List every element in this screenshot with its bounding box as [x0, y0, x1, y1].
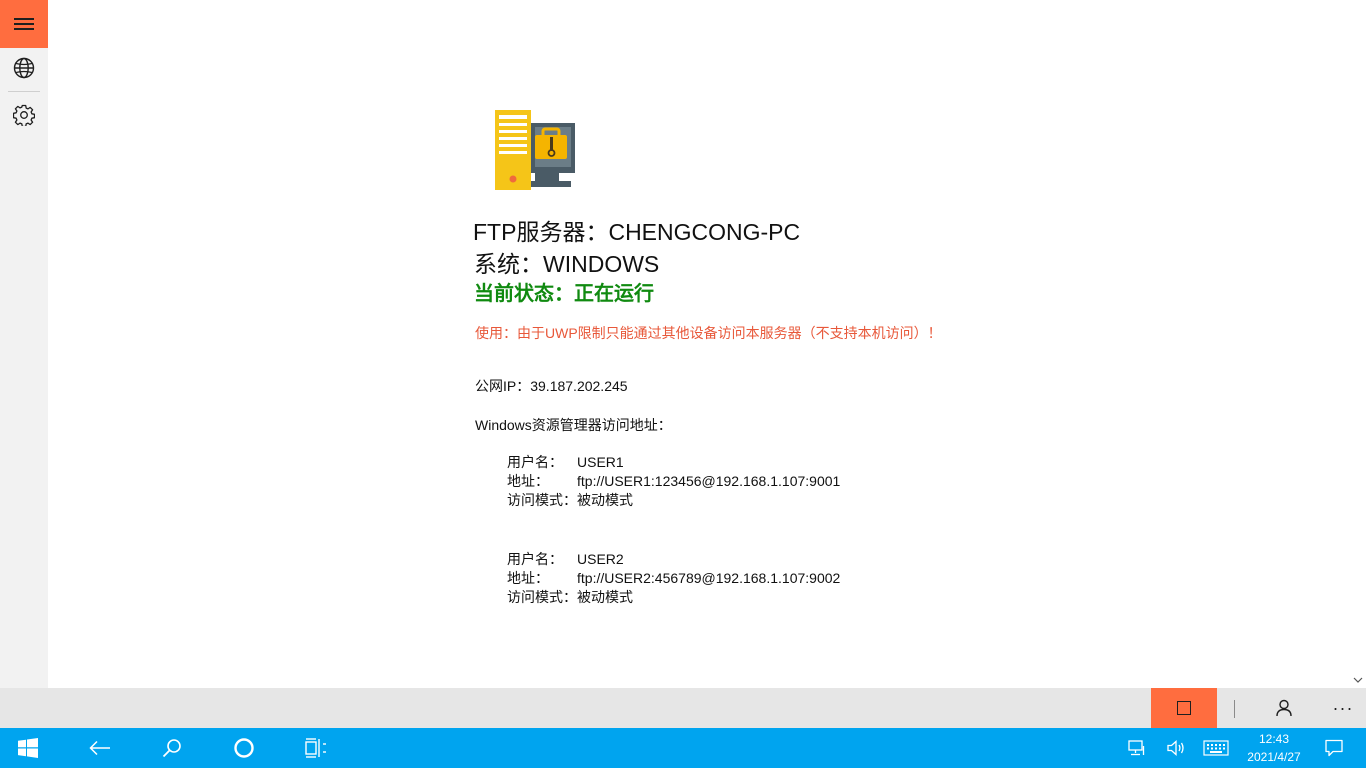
server-label: FTP服务器： [473, 219, 609, 245]
back-button[interactable] [76, 728, 124, 768]
clock-date: 2021/4/27 [1247, 750, 1301, 764]
address-label: 地址： [507, 473, 549, 489]
scroll-down-button[interactable] [1350, 672, 1366, 688]
vertical-scrollbar[interactable] [1350, 0, 1366, 688]
username-label: 用户名： [507, 551, 563, 567]
gear-icon [13, 104, 35, 126]
globe-icon [13, 57, 35, 79]
stop-icon [1177, 701, 1191, 715]
system-label: 系统： [474, 251, 543, 277]
keyboard-icon [1203, 740, 1229, 756]
address-value: ftp://USER1:123456@192.168.1.107:9001 [577, 473, 841, 489]
address-label: 地址： [507, 570, 549, 586]
server-name: CHENGCONG-PC [608, 219, 801, 245]
access-mode-label: 访问模式： [507, 589, 577, 605]
search-button[interactable] [148, 728, 196, 768]
public-ip-value: 39.187.202.245 [530, 378, 628, 394]
touch-keyboard-button[interactable] [1192, 728, 1240, 768]
app-window: FTP服务器：CHENGCONG-PC 系统：WINDOWS 当前状态：正在运行… [0, 0, 1366, 768]
taskbar-clock[interactable]: 12:43 2021/4/27 [1236, 730, 1312, 766]
back-arrow-icon [89, 740, 110, 756]
speaker-icon [1167, 740, 1184, 756]
hamburger-menu-icon [0, 0, 48, 48]
clock-time: 12:43 [1258, 732, 1290, 746]
nav-divider [8, 91, 40, 92]
search-icon [162, 739, 181, 758]
system-value: WINDOWS [543, 251, 660, 277]
taskbar: 12:43 2021/4/27 [0, 728, 1366, 768]
ftp-server-logo-icon [495, 110, 575, 190]
notice-text: 使用：由于UWP限制只能通过其他设备访问本服务器（不支持本机访问）！ [475, 325, 942, 341]
system-line: 系统：WINDOWS [474, 245, 659, 279]
task-view-button[interactable] [292, 728, 340, 768]
hamburger-menu-button[interactable] [0, 0, 48, 48]
nav-item-settings[interactable] [0, 95, 48, 135]
command-bar-separator [1234, 700, 1235, 718]
public-ip-line: 公网IP：39.187.202.245 [475, 376, 628, 396]
task-view-icon [305, 738, 326, 758]
notification-icon [1325, 739, 1343, 757]
cortana-icon [234, 738, 254, 758]
person-icon [1276, 699, 1292, 717]
main-content: FTP服务器：CHENGCONG-PC 系统：WINDOWS 当前状态：正在运行… [48, 0, 1350, 688]
start-button[interactable] [4, 728, 52, 768]
nav-item-network[interactable] [0, 48, 48, 88]
nav-rail [0, 0, 48, 688]
username-value: USER1 [577, 454, 624, 470]
explorer-heading: Windows资源管理器访问地址： [475, 417, 672, 433]
more-options-button[interactable]: ··· [1320, 688, 1366, 728]
chevron-down-icon [1353, 677, 1363, 683]
command-bar: ··· [0, 688, 1366, 728]
username-label: 用户名： [507, 454, 563, 470]
windows-logo-icon [18, 738, 38, 758]
status-text: 当前状态：正在运行 [474, 283, 654, 305]
stop-server-button[interactable] [1151, 688, 1217, 728]
server-name-line: FTP服务器：CHENGCONG-PC [473, 213, 800, 247]
access-mode-label: 访问模式： [507, 492, 577, 508]
public-ip-label: 公网IP： [475, 378, 531, 394]
network-icon [1128, 740, 1145, 756]
access-mode-value: 被动模式 [577, 589, 633, 605]
access-mode-value: 被动模式 [577, 492, 633, 508]
address-value: ftp://USER2:456789@192.168.1.107:9002 [577, 570, 841, 586]
users-button[interactable] [1262, 688, 1306, 728]
action-center-button[interactable] [1310, 728, 1358, 768]
username-value: USER2 [577, 551, 624, 567]
cortana-button[interactable] [220, 728, 268, 768]
